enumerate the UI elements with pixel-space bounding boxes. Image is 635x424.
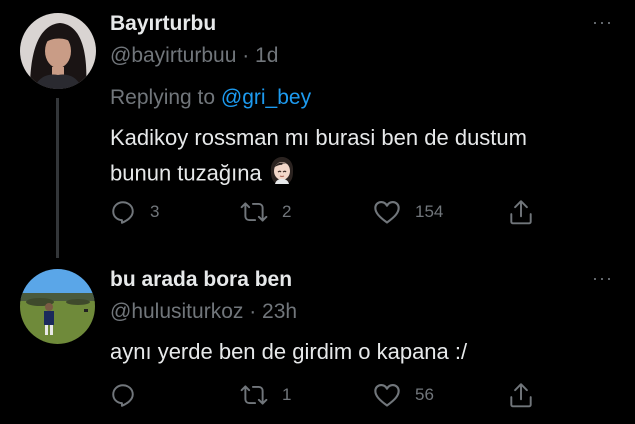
- share-icon: [510, 383, 532, 408]
- tweet-text: aynı yerde ben de girdim o kapana :/: [110, 336, 590, 368]
- reply-count: 3: [150, 202, 160, 221]
- display-name[interactable]: bu arada bora ben: [110, 268, 292, 292]
- tweet-text-line-1: aynı yerde ben de girdim o kapana :/: [110, 339, 468, 364]
- share-button[interactable]: [508, 381, 534, 409]
- like-button[interactable]: 56: [373, 382, 434, 408]
- retweet-button[interactable]: 1: [240, 382, 291, 408]
- tweet-text-line-2-wrap: bunun tuzağına: [110, 154, 590, 195]
- display-name[interactable]: Bayırturbu: [110, 12, 216, 36]
- like-count: 56: [415, 385, 434, 404]
- retweet-icon: [240, 385, 268, 405]
- tweet-text-line-2: bunun tuzağına: [110, 160, 262, 186]
- reply-button[interactable]: [110, 382, 150, 408]
- tweet-1[interactable]: Bayırturbu @bayirturbuu · 1d ··· Replyin…: [0, 0, 635, 258]
- handle-and-time[interactable]: @hulusiturkoz · 23h: [110, 300, 297, 324]
- retweet-count: 2: [282, 202, 292, 221]
- tweet-2[interactable]: bu arada bora ben @hulusiturkoz · 23h ··…: [0, 258, 635, 424]
- tweet-text-line-1: Kadikoy rossman mı burasi ben de dustum: [110, 125, 527, 150]
- tweet-text: Kadikoy rossman mı burasi ben de dustum …: [110, 122, 590, 195]
- like-icon: [374, 201, 400, 224]
- replying-to: Replying to @gri_bey: [110, 86, 311, 110]
- share-icon: [510, 200, 532, 225]
- retweet-count: 1: [282, 385, 292, 404]
- share-button[interactable]: [508, 198, 534, 226]
- avatar-bayirturbu[interactable]: [20, 13, 96, 89]
- like-icon: [374, 384, 400, 407]
- handle-and-time[interactable]: @bayirturbuu · 1d: [110, 44, 278, 68]
- like-button[interactable]: 154: [373, 199, 443, 225]
- replying-prefix: Replying to: [110, 86, 221, 109]
- more-icon[interactable]: ···: [592, 268, 613, 289]
- facepalm-emoji: [266, 154, 298, 195]
- like-count: 154: [415, 202, 444, 221]
- retweet-icon: [240, 202, 268, 222]
- reply-icon: [112, 201, 134, 224]
- replying-mention-link[interactable]: @gri_bey: [221, 86, 311, 109]
- thread-line: [56, 98, 59, 258]
- more-icon[interactable]: ···: [592, 12, 613, 33]
- avatar-bu-arada-bora-ben[interactable]: [20, 269, 95, 344]
- retweet-button[interactable]: 2: [240, 199, 291, 225]
- reply-icon: [112, 384, 134, 407]
- reply-button[interactable]: 3: [110, 199, 159, 225]
